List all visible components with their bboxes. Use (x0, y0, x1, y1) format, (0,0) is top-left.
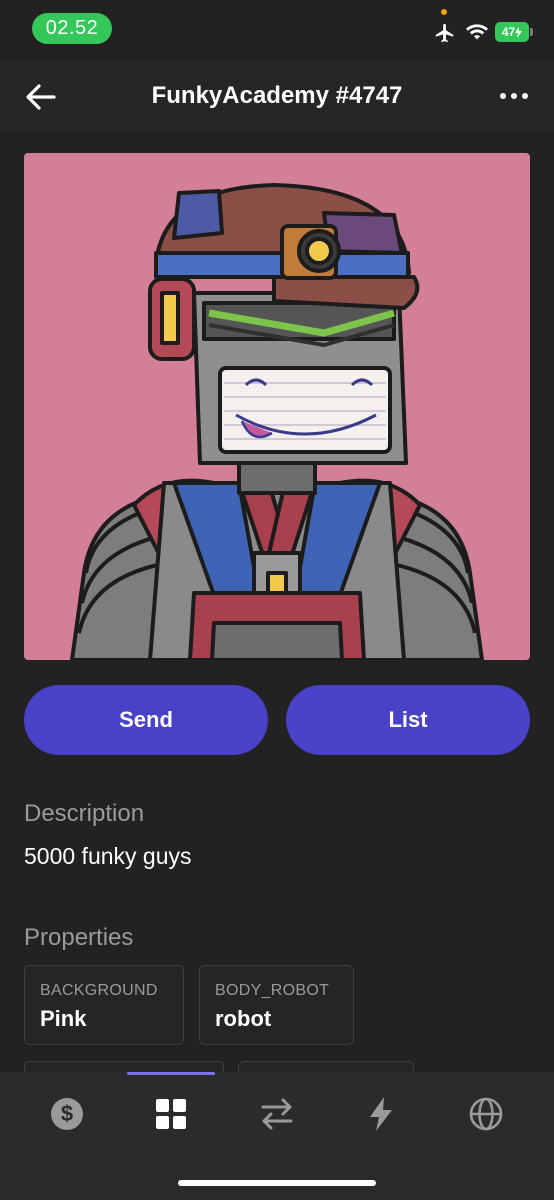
nav-browser[interactable] (466, 1094, 506, 1134)
lightning-icon (370, 1097, 392, 1131)
property-value: Pink (40, 1006, 87, 1031)
description-text: 5000 funky guys (24, 843, 192, 869)
dollar-icon: $ (51, 1098, 83, 1130)
swap-arrows-icon (261, 1098, 293, 1130)
nav-dollar[interactable]: $ (47, 1094, 87, 1134)
grid-icon (156, 1099, 186, 1129)
nft-artwork (24, 153, 530, 660)
status-time: 02.52 (32, 13, 112, 44)
page-title: FunkyAcademy #4747 (151, 82, 403, 109)
property-key: BACKGROUND (40, 982, 158, 999)
description-heading: Description (24, 800, 145, 827)
battery-level: 47 (501, 25, 516, 39)
more-horizontal-icon[interactable] (496, 86, 532, 106)
list-button[interactable]: List (286, 685, 530, 755)
nav-active-indicator (127, 1072, 215, 1075)
nav-swap[interactable] (257, 1094, 297, 1134)
home-indicator[interactable] (178, 1180, 376, 1186)
property-value: robot (215, 1006, 272, 1031)
robot-illustration (70, 183, 484, 660)
status-bar: 02.52 47 (0, 0, 554, 60)
battery-tip (530, 28, 533, 36)
top-app-bar: FunkyAcademy #4747 (0, 60, 554, 130)
wifi-icon (466, 24, 488, 40)
globe-icon (469, 1097, 503, 1131)
airplane-icon (435, 23, 454, 43)
privacy-indicator-dot (441, 9, 447, 15)
properties-heading: Properties (24, 924, 134, 951)
property-card-body-robot[interactable]: BODY_ROBOT robot (199, 965, 354, 1045)
property-card-background[interactable]: BACKGROUND Pink (24, 965, 184, 1045)
svg-text:$: $ (61, 1101, 73, 1126)
send-button[interactable]: Send (24, 685, 268, 755)
charging-bolt-icon (515, 26, 523, 38)
property-key: BODY_ROBOT (215, 982, 330, 999)
nav-activity[interactable] (361, 1094, 401, 1134)
battery-icon: 47 (495, 22, 529, 42)
nav-collectibles[interactable] (151, 1094, 191, 1134)
